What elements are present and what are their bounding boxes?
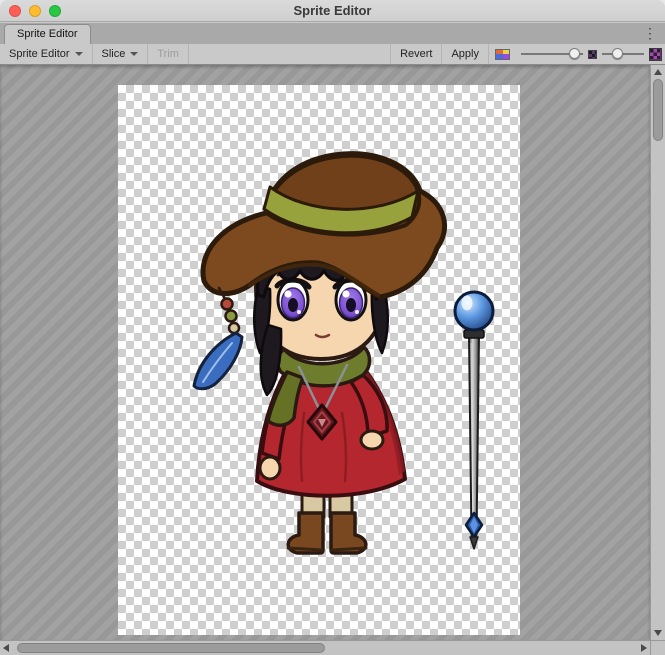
tab-sprite-editor[interactable]: Sprite Editor	[4, 24, 91, 44]
apply-label: Apply	[451, 48, 479, 60]
revert-button[interactable]: Revert	[390, 44, 441, 64]
chevron-down-icon	[75, 52, 83, 56]
zoom-window-button[interactable]	[49, 5, 61, 17]
staff-sprite	[455, 292, 493, 549]
color-channel-toggle[interactable]	[488, 44, 516, 64]
color-swatch-icon	[495, 49, 510, 60]
sprite-editor-mode-label: Sprite Editor	[9, 48, 70, 60]
toolbar: Sprite Editor Slice Trim Revert Apply	[0, 44, 665, 65]
mip-large-icon	[649, 48, 662, 61]
scrollbar-corner	[650, 640, 665, 655]
scroll-up-arrow-icon[interactable]	[654, 69, 662, 75]
sprite-texture[interactable]	[118, 85, 520, 635]
trim-button[interactable]: Trim	[148, 44, 189, 64]
character-sprite	[194, 154, 445, 553]
mip-slider-knob[interactable]	[612, 48, 623, 59]
tab-bar: Sprite Editor ⋮	[0, 23, 665, 44]
apply-button[interactable]: Apply	[441, 44, 488, 64]
scroll-right-arrow-icon[interactable]	[641, 644, 647, 652]
zoom-slider[interactable]	[521, 44, 583, 64]
tab-label: Sprite Editor	[17, 28, 78, 40]
scroll-left-arrow-icon[interactable]	[3, 644, 9, 652]
close-button[interactable]	[9, 5, 21, 17]
mip-small-icon	[588, 50, 597, 59]
sprite-artwork	[118, 85, 520, 635]
vertical-scrollbar[interactable]	[650, 65, 665, 640]
mip-slider[interactable]	[602, 44, 644, 64]
kebab-menu-icon[interactable]: ⋮	[643, 23, 657, 44]
trim-label: Trim	[157, 48, 179, 60]
slice-label: Slice	[102, 48, 126, 60]
sprite-editor-mode-dropdown[interactable]: Sprite Editor	[0, 44, 93, 64]
sprite-editor-window: Sprite Editor Sprite Editor ⋮ Sprite Edi…	[0, 0, 665, 655]
window-title: Sprite Editor	[0, 0, 665, 22]
vertical-scrollbar-thumb[interactable]	[653, 79, 663, 141]
horizontal-scrollbar-thumb[interactable]	[17, 643, 325, 653]
chevron-down-icon	[130, 52, 138, 56]
mip-slider-track[interactable]	[602, 53, 644, 55]
scroll-down-arrow-icon[interactable]	[654, 630, 662, 636]
minimize-button[interactable]	[29, 5, 41, 17]
zoom-slider-knob[interactable]	[569, 48, 580, 59]
titlebar[interactable]: Sprite Editor	[0, 0, 665, 22]
slice-dropdown[interactable]: Slice	[93, 44, 149, 64]
traffic-lights	[9, 5, 61, 17]
sprite-canvas[interactable]	[0, 65, 650, 640]
horizontal-scrollbar[interactable]	[0, 640, 650, 655]
revert-label: Revert	[400, 48, 432, 60]
